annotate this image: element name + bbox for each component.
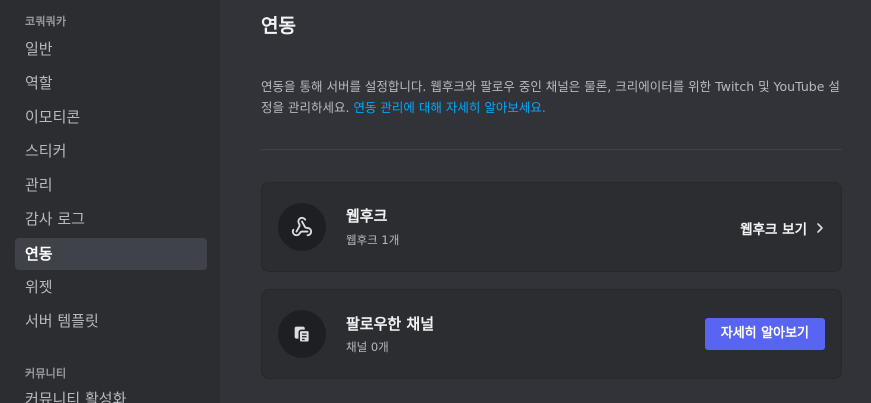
sidebar-item-server-template[interactable]: 서버 템플릿	[15, 305, 207, 337]
followed-channels-count: 채널 0개	[346, 340, 389, 354]
community-section-header: 커뮤니티	[25, 367, 67, 380]
sidebar-item-moderation[interactable]: 관리	[15, 169, 207, 201]
view-webhooks-button[interactable]: 웹후크 보기	[740, 218, 825, 238]
followed-channels-card: 팔로우한 채널 채널 0개 자세히 알아보기	[261, 289, 842, 379]
learn-more-link[interactable]: 연동 관리에 대해 자세히 알아보세요.	[353, 100, 545, 115]
settings-sidebar: 코쿼쿼카 일반 역할 이모티콘 스티커 관리 감사 로그 연동 위젯 서버 템플…	[0, 0, 220, 403]
page-description: 연동을 통해 서버를 설정합니다. 웹후크와 팔로우 중인 채널은 물론, 크리…	[261, 76, 846, 118]
description-text: 연동을 통해 서버를 설정합니다. 웹후크와 팔로우 중인 채널은 물론, 크리…	[261, 79, 840, 115]
learn-more-button[interactable]: 자세히 알아보기	[704, 318, 825, 350]
integrations-page: 연동 연동을 통해 서버를 설정합니다. 웹후크와 팔로우 중인 채널은 물론,…	[220, 0, 871, 403]
sidebar-item-roles[interactable]: 역할	[15, 67, 207, 99]
sidebar-item-integrations[interactable]: 연동	[15, 238, 207, 270]
section-divider	[261, 149, 842, 150]
sidebar-item-enable-community[interactable]: 커뮤니티 활성화	[15, 383, 207, 403]
webhooks-title: 웹후크	[346, 207, 388, 225]
page-title: 연동	[261, 15, 296, 37]
sidebar-item-audit-log[interactable]: 감사 로그	[15, 203, 207, 235]
followed-channels-title: 팔로우한 채널	[346, 315, 435, 333]
sidebar-item-general[interactable]: 일반	[15, 33, 207, 65]
chevron-right-icon	[817, 223, 823, 233]
webhook-icon	[278, 203, 326, 251]
followed-channel-icon	[278, 310, 326, 358]
view-webhooks-label: 웹후크 보기	[740, 222, 807, 238]
sidebar-item-emoji[interactable]: 이모티콘	[15, 101, 207, 133]
sidebar-item-widget[interactable]: 위젯	[15, 271, 207, 303]
server-section-header: 코쿼쿼카	[25, 15, 67, 28]
webhooks-count: 웹후크 1개	[346, 233, 400, 247]
webhooks-card[interactable]: 웹후크 웹후크 1개 웹후크 보기	[261, 182, 842, 272]
sidebar-item-stickers[interactable]: 스티커	[15, 135, 207, 167]
